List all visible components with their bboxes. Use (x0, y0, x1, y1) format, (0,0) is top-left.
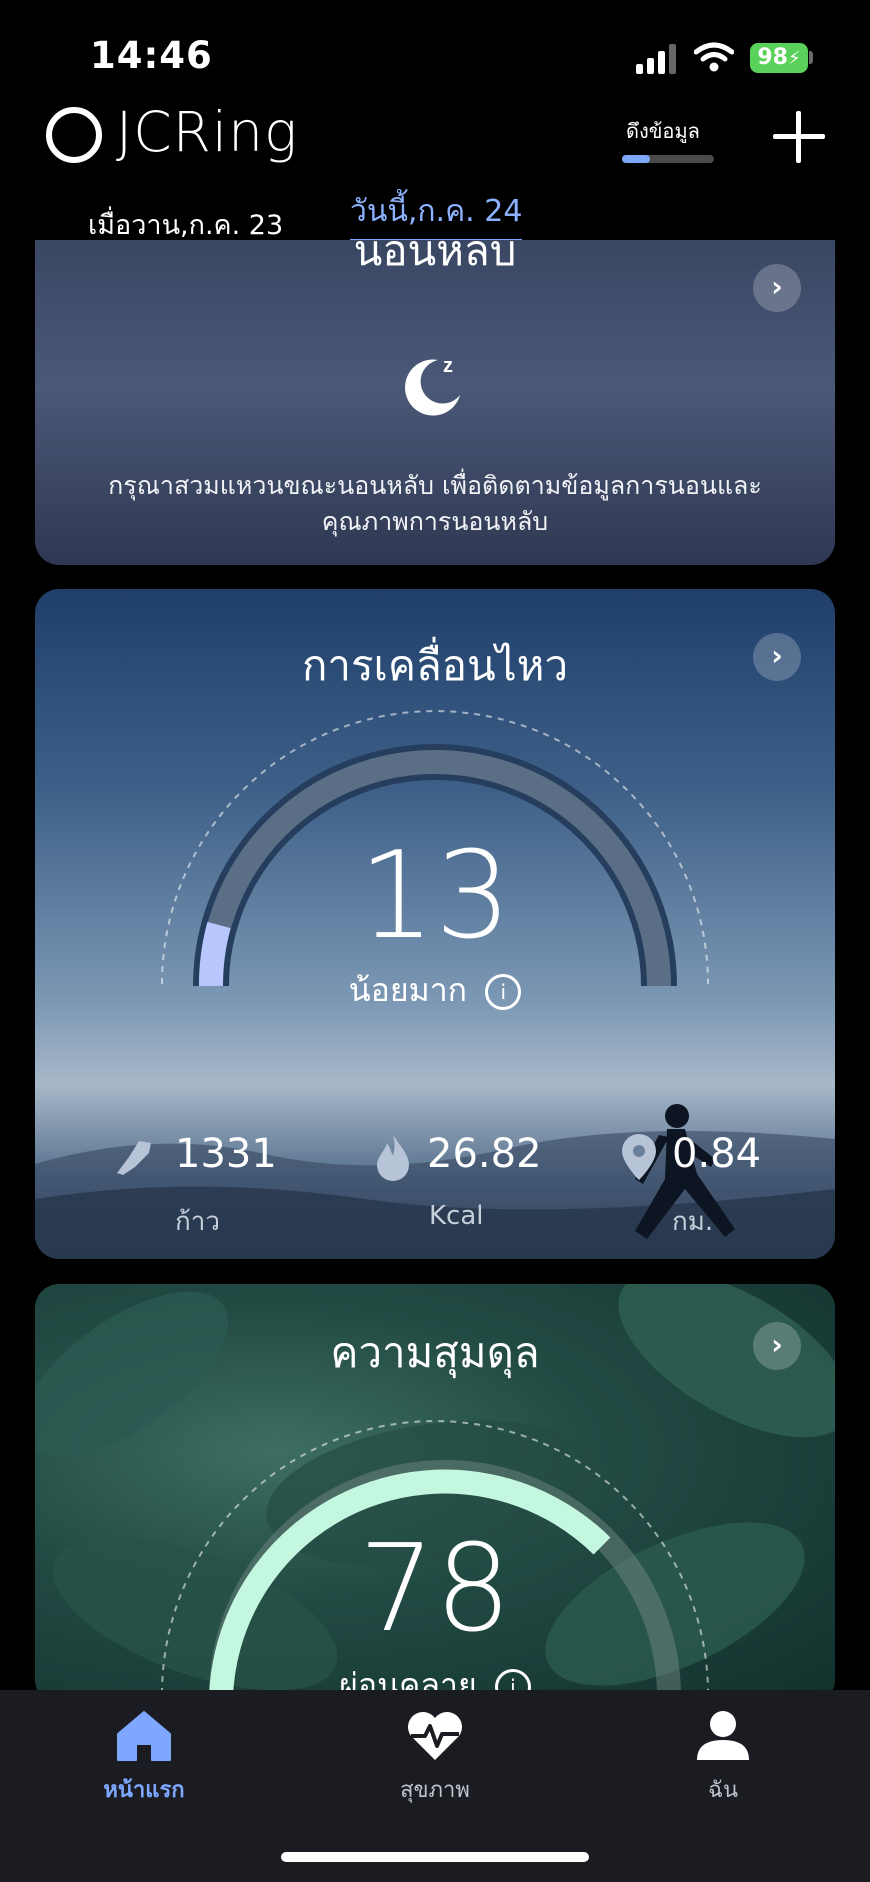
movement-level-text: น้อยมาก (348, 971, 468, 1009)
bolt-icon: ⚡ (787, 48, 801, 69)
logo-ring-icon (46, 107, 102, 163)
movement-score-label: น้อยมาก i (35, 965, 835, 1016)
home-icon (117, 1711, 171, 1761)
shoe-icon (117, 1141, 151, 1175)
date-tab-today[interactable]: วันนี้,ก.ค. 24 (350, 188, 523, 242)
heart-pulse-icon (408, 1712, 462, 1760)
sleep-card[interactable]: นอนหลับ › z กรุณาสวมแหวนขณะนอนหลับ เพื่อ… (35, 240, 835, 565)
calories-unit: Kcal (429, 1201, 484, 1231)
steps-unit: ก้าว (175, 1207, 220, 1237)
sleep-chevron-icon[interactable]: › (753, 264, 801, 312)
nav-me[interactable]: ฉัน (643, 1710, 803, 1807)
user-icon (697, 1711, 749, 1760)
battery-level: 98 (757, 45, 788, 70)
moon-sleep-icon: z (405, 355, 460, 416)
wifi-icon (694, 42, 734, 72)
sleep-message-line1: กรุณาสวมแหวนขณะนอนหลับ เพื่อติดตามข้อมูล… (108, 471, 762, 500)
distance-unit: กม. (672, 1207, 714, 1237)
distance-value: 0.84 (672, 1131, 762, 1177)
battery-indicator: 98⚡ (750, 43, 808, 73)
balance-card-title: ความสุมดุล (330, 1328, 540, 1377)
home-indicator (281, 1852, 589, 1862)
nav-health[interactable]: สุขภาพ (355, 1710, 515, 1807)
plus-icon-vertical (796, 111, 801, 163)
nav-home[interactable]: หน้าแรก (64, 1710, 224, 1807)
steps-value: 1331 (175, 1131, 277, 1177)
location-pin-icon (622, 1134, 656, 1180)
app-title: JCRing (116, 100, 298, 164)
battery-tip (809, 51, 813, 64)
movement-card[interactable]: การเคลื่อนไหว › 13 น้อยมาก i 1331 ก้าว 2… (35, 589, 835, 1259)
flame-icon (377, 1135, 409, 1181)
nav-health-label: สุขภาพ (400, 1778, 470, 1803)
info-icon[interactable]: i (485, 974, 522, 1010)
sync-progress-fill (622, 155, 650, 163)
balance-chevron-icon[interactable]: › (753, 1322, 801, 1370)
svg-text:z: z (443, 355, 453, 377)
sync-label[interactable]: ดึงข้อมูล (626, 115, 700, 147)
calories-value: 26.82 (427, 1131, 542, 1177)
add-button[interactable] (768, 106, 830, 168)
balance-card[interactable]: ความสุมดุล › 78 ผ่อนคลาย i (35, 1284, 835, 1704)
sleep-card-title: นอนหลับ (353, 240, 517, 275)
nav-me-label: ฉัน (707, 1778, 739, 1803)
movement-score: 13 (358, 827, 512, 966)
nav-home-label: หน้าแรก (103, 1778, 185, 1803)
balance-score: 78 (358, 1520, 512, 1659)
sleep-message-line2: คุณภาพการนอนหลับ (321, 507, 549, 536)
status-time: 14:46 (90, 34, 213, 77)
signal-icon (636, 44, 676, 74)
sleep-message: กรุณาสวมแหวนขณะนอนหลับ เพื่อติดตามข้อมูล… (75, 468, 795, 540)
